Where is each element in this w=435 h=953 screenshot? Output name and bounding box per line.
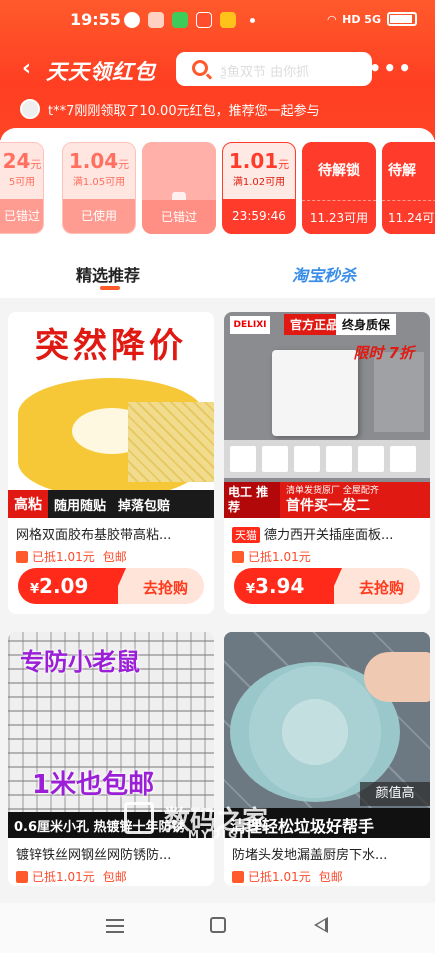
notice-text: t**7刚刚领取了10.00元红包，推荐您一起参与 xyxy=(48,103,320,119)
menu-icon[interactable] xyxy=(106,919,124,933)
watermark-logo-icon xyxy=(124,802,154,834)
back-icon[interactable]: ‹ xyxy=(22,56,31,81)
app-notification-icon xyxy=(172,12,188,28)
status-time: 19:55 xyxy=(70,10,121,29)
app-notification-icon xyxy=(124,12,140,28)
brand-logo: DELIXI xyxy=(230,316,270,334)
product-name[interactable]: 网格双面胶布基胶带高粘... xyxy=(8,518,214,544)
coupon-amount: 1.01 xyxy=(228,149,279,173)
product-name[interactable]: 天猫 德力西开关插座面板... xyxy=(224,518,430,544)
coupon-card-locked[interactable]: 待解 11.24可 xyxy=(382,142,435,234)
search-icon xyxy=(192,60,208,76)
coupon-amount: 1.04 xyxy=(68,149,119,173)
battery-icon xyxy=(387,12,417,26)
home-icon[interactable] xyxy=(210,917,226,933)
coupon-info: 已抵1.01元 包邮 xyxy=(8,544,214,566)
product-card[interactable]: 突然降价 高粘 随用随贴 掉落包赔 网格双面胶布基胶带高粘... 已抵1.01元… xyxy=(8,312,214,614)
header-background: 19:55 ◠ HD 5G ‹ 天天领红包 ѯ鱼双节 由你抓 ••• t**7刚… xyxy=(0,0,435,140)
search-input[interactable]: ѯ鱼双节 由你抓 xyxy=(176,52,372,86)
socket-plate xyxy=(272,350,358,436)
coupon-card[interactable]: 24元 5可用 已错过 xyxy=(0,142,44,234)
coupon-icon xyxy=(16,871,28,883)
app-notification-icon xyxy=(148,12,164,28)
more-icon[interactable]: ••• xyxy=(369,56,413,80)
coupon-status: 已错过 xyxy=(0,199,43,233)
image-headline: 突然降价 xyxy=(35,326,187,366)
product-card[interactable]: 专防小老鼠 1米也包邮 0.6厘米小孔 热镀锌十年防锈 镀锌铁丝网钢丝网防锈防.… xyxy=(8,632,214,886)
status-right: ◠ HD 5G xyxy=(328,12,417,26)
buy-label: 去抢购 xyxy=(142,579,188,597)
coupon-icon xyxy=(232,551,244,563)
coupon-card[interactable]: 已错过 xyxy=(142,142,216,234)
coupon-icon xyxy=(232,871,244,883)
coupon-info: 已抵1.01元 xyxy=(224,544,430,566)
buy-label: 去抢购 xyxy=(358,579,404,597)
wifi-icon: ◠ xyxy=(327,12,337,26)
coupon-strip[interactable]: 24元 5可用 已错过 1.04元 满1.05可用 已使用 已错过 1.01元 满1.… xyxy=(0,128,435,250)
price: ¥2.09 xyxy=(18,568,118,604)
coupon-card-active[interactable]: 1.01元 满1.02可用 23:59:46 xyxy=(222,142,296,234)
product-image[interactable]: DELIXI 官方正品 终身质保 限时 7折 电工 推荐 清单发货原厂 全屋配齐… xyxy=(224,312,430,518)
coupon-info: 已抵1.01元 包邮 xyxy=(8,864,214,886)
back-nav-icon[interactable] xyxy=(314,917,328,933)
product-card[interactable]: DELIXI 官方正品 终身质保 限时 7折 电工 推荐 清单发货原厂 全屋配齐… xyxy=(224,312,430,614)
product-image[interactable]: 突然降价 高粘 随用随贴 掉落包赔 xyxy=(8,312,214,518)
buy-button[interactable]: ¥3.94 去抢购 xyxy=(234,568,420,604)
page-title: 天天领红包 xyxy=(46,60,156,84)
avatar xyxy=(20,99,40,119)
coupon-card[interactable]: 1.04元 满1.05可用 已使用 xyxy=(62,142,136,234)
signal-text: HD 5G xyxy=(342,12,381,26)
price: ¥3.94 xyxy=(234,568,334,604)
status-bar: 19:55 ◠ HD 5G xyxy=(0,8,435,36)
coupon-condition: 满1.02可用 xyxy=(232,177,286,188)
coupon-countdown: 23:59:46 xyxy=(223,199,295,233)
product-card[interactable]: 颜值高 清理轻松垃圾好帮手 防堵头发地漏盖厨房下水... 已抵1.01元 包邮 xyxy=(224,632,430,886)
product-name[interactable]: 镀锌铁丝网钢丝网防锈防... xyxy=(8,838,214,864)
tab-recommended[interactable]: 精选推荐 xyxy=(76,262,140,286)
coupon-icon xyxy=(16,551,28,563)
tab-indicator xyxy=(100,286,120,290)
tab-seckill[interactable]: 淘宝秒杀 xyxy=(292,262,356,286)
buy-button[interactable]: ¥2.09 去抢购 xyxy=(18,568,204,604)
product-name[interactable]: 防堵头发地漏盖厨房下水... xyxy=(224,838,430,864)
coupon-lock-label: 待解锁 xyxy=(318,163,360,179)
system-nav-bar xyxy=(0,903,435,953)
nav-bar: ‹ 天天领红包 ѯ鱼双节 由你抓 ••• xyxy=(0,50,435,90)
coupon-status: 已使用 xyxy=(63,199,135,233)
coupon-info: 已抵1.01元 包邮 xyxy=(224,864,430,886)
coupon-available-date: 11.23可用 xyxy=(302,200,376,234)
search-placeholder: ѯ鱼双节 由你抓 xyxy=(220,65,310,80)
notice-bar: t**7刚刚领取了10.00元红包，推荐您一起参与 xyxy=(20,98,320,120)
coupon-card-locked[interactable]: 待解锁 11.23可用 xyxy=(302,142,376,234)
coupon-status: 已错过 xyxy=(142,200,216,234)
tmall-badge: 天猫 xyxy=(232,527,260,543)
app-notification-icon xyxy=(220,12,236,28)
watermark: 数码之家 MYDIGIT xyxy=(124,800,354,841)
more-notifications-dot xyxy=(250,18,255,23)
app-notification-icon xyxy=(196,12,212,28)
tab-bar: 精选推荐 淘宝秒杀 xyxy=(0,250,435,298)
coupon-condition: 满1.05可用 xyxy=(72,177,126,188)
